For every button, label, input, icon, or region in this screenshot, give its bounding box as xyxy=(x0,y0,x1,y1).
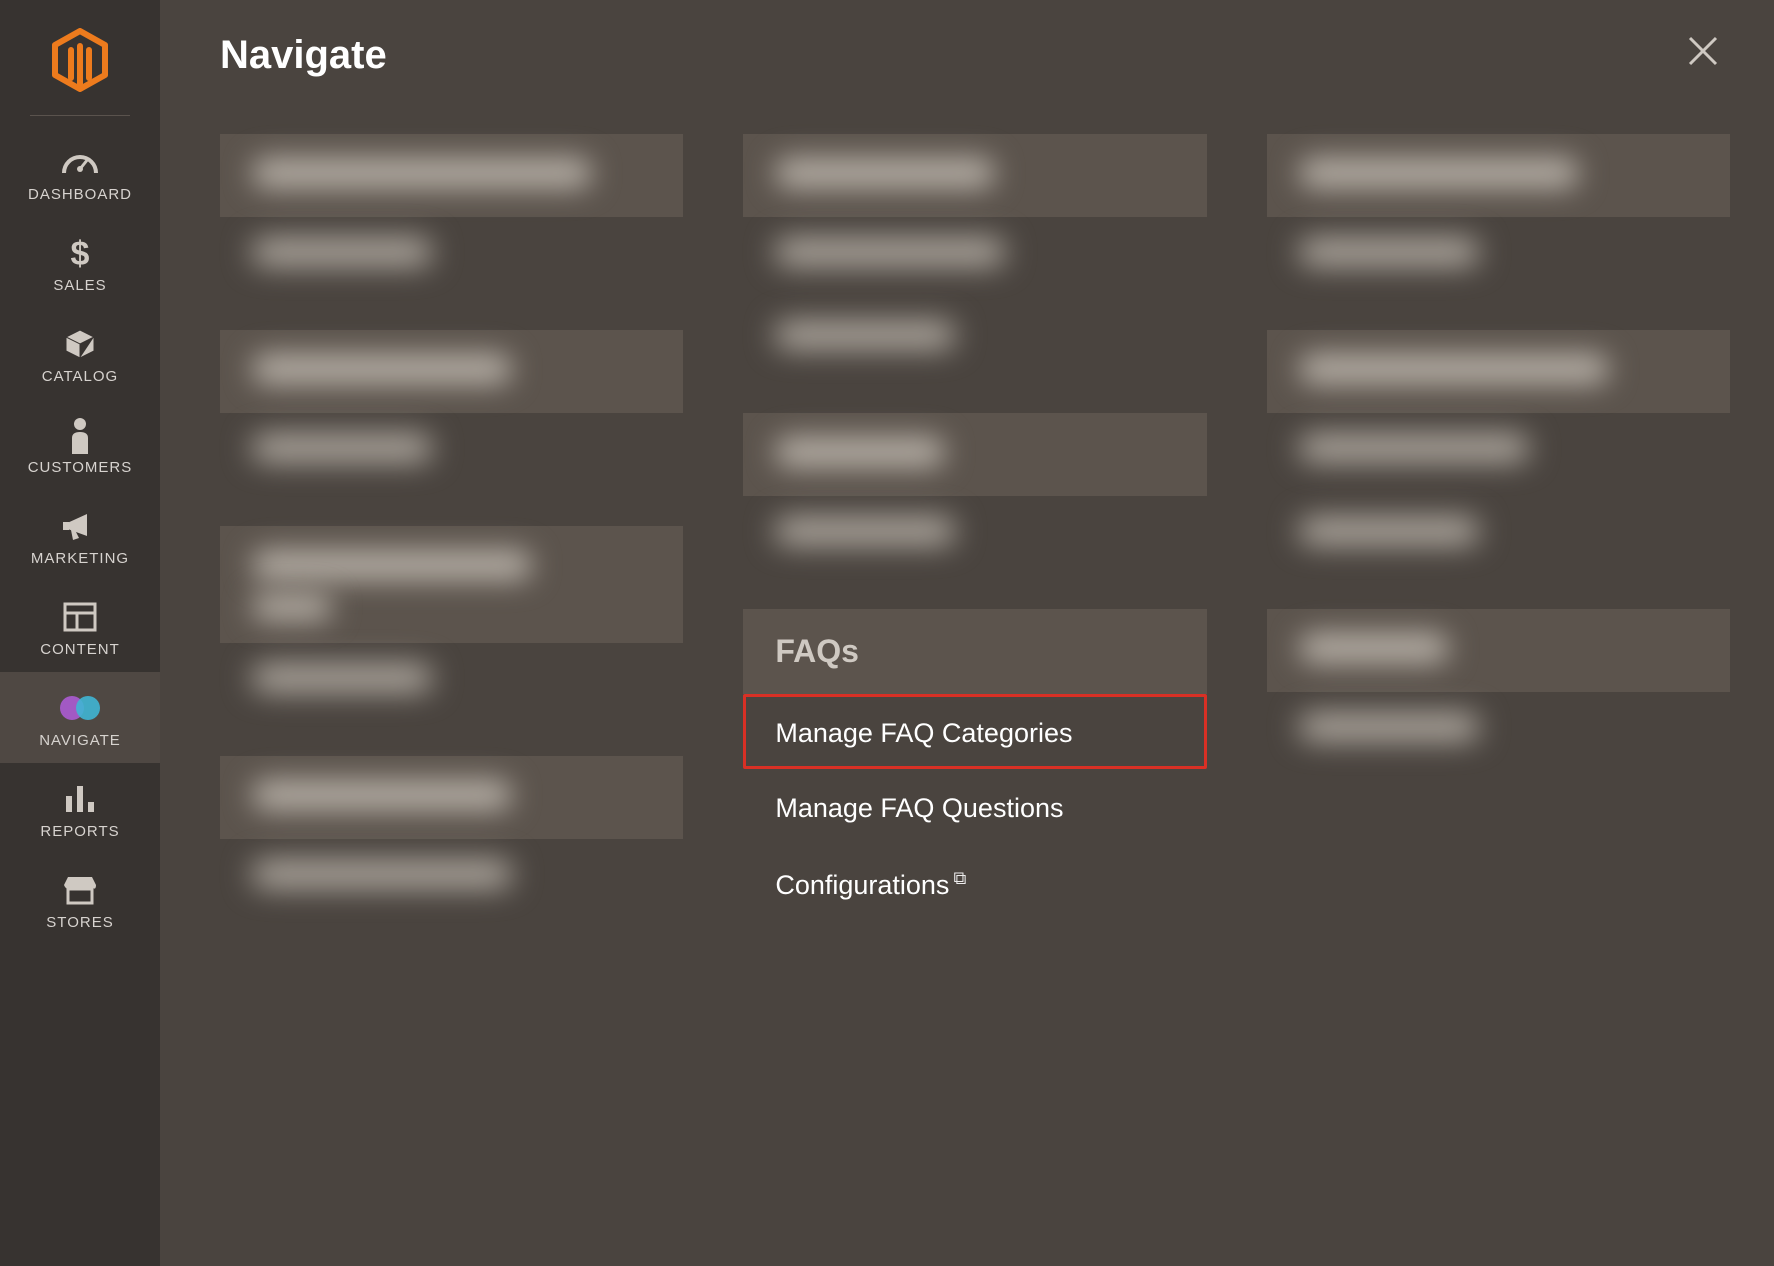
sidebar-item-label: CONTENT xyxy=(40,641,120,658)
sidebar-item-reports[interactable]: REPORTS xyxy=(0,763,160,854)
external-link-icon: ⧉ xyxy=(953,868,966,888)
megaphone-icon xyxy=(61,508,99,544)
menu-group-heading: FAQs xyxy=(743,609,1206,694)
navigate-flyout-panel: Navigate xyxy=(160,0,1774,1266)
menu-group-blurred xyxy=(220,330,683,496)
admin-sidebar: DASHBOARD $ SALES CATALOG CUSTOMERS MARK… xyxy=(0,0,160,1266)
menu-column-2: FAQs Manage FAQ Categories Manage FAQ Qu… xyxy=(743,134,1206,961)
magento-logo-icon[interactable] xyxy=(51,16,109,115)
layout-icon xyxy=(63,599,97,635)
sidebar-item-label: REPORTS xyxy=(40,823,119,840)
menu-column-3 xyxy=(1267,134,1730,961)
menu-link-configurations[interactable]: Configurations⧉ xyxy=(743,844,1206,931)
sidebar-item-label: DASHBOARD xyxy=(28,186,132,203)
sidebar-item-label: CATALOG xyxy=(42,368,118,385)
sidebar-item-marketing[interactable]: MARKETING xyxy=(0,490,160,581)
store-icon xyxy=(62,872,98,908)
bar-chart-icon xyxy=(63,781,97,817)
menu-group-blurred xyxy=(220,134,683,300)
menu-link-label: Configurations xyxy=(775,870,949,900)
menu-column-1 xyxy=(220,134,683,961)
box-icon xyxy=(62,326,98,362)
sidebar-item-content[interactable]: CONTENT xyxy=(0,581,160,672)
sidebar-item-navigate[interactable]: NAVIGATE xyxy=(0,672,160,763)
divider xyxy=(30,115,130,116)
sidebar-item-label: CUSTOMERS xyxy=(28,459,133,476)
menu-group-blurred xyxy=(743,413,1206,579)
menu-group-blurred xyxy=(1267,330,1730,579)
sidebar-item-label: STORES xyxy=(46,914,113,931)
panel-title: Navigate xyxy=(220,33,387,78)
menu-group-blurred xyxy=(220,526,683,726)
menu-group-blurred xyxy=(1267,134,1730,300)
navigate-icon xyxy=(58,690,102,726)
menu-link-manage-faq-questions[interactable]: Manage FAQ Questions xyxy=(743,769,1206,844)
sidebar-item-customers[interactable]: CUSTOMERS xyxy=(0,399,160,490)
menu-group-blurred xyxy=(743,134,1206,383)
menu-link-manage-faq-categories[interactable]: Manage FAQ Categories xyxy=(743,694,1206,769)
svg-text:$: $ xyxy=(71,235,90,271)
sidebar-item-label: NAVIGATE xyxy=(39,732,121,749)
person-icon xyxy=(68,417,92,453)
menu-group-faqs: FAQs Manage FAQ Categories Manage FAQ Qu… xyxy=(743,609,1206,931)
menu-group-blurred xyxy=(220,756,683,922)
sidebar-item-sales[interactable]: $ SALES xyxy=(0,217,160,308)
menu-group-blurred xyxy=(1267,609,1730,775)
close-icon[interactable] xyxy=(1676,24,1730,86)
sidebar-item-dashboard[interactable]: DASHBOARD xyxy=(0,126,160,217)
sidebar-item-catalog[interactable]: CATALOG xyxy=(0,308,160,399)
sidebar-item-label: SALES xyxy=(53,277,106,294)
gauge-icon xyxy=(60,144,100,180)
sidebar-item-label: MARKETING xyxy=(31,550,129,567)
dollar-icon: $ xyxy=(68,235,92,271)
sidebar-item-stores[interactable]: STORES xyxy=(0,854,160,945)
